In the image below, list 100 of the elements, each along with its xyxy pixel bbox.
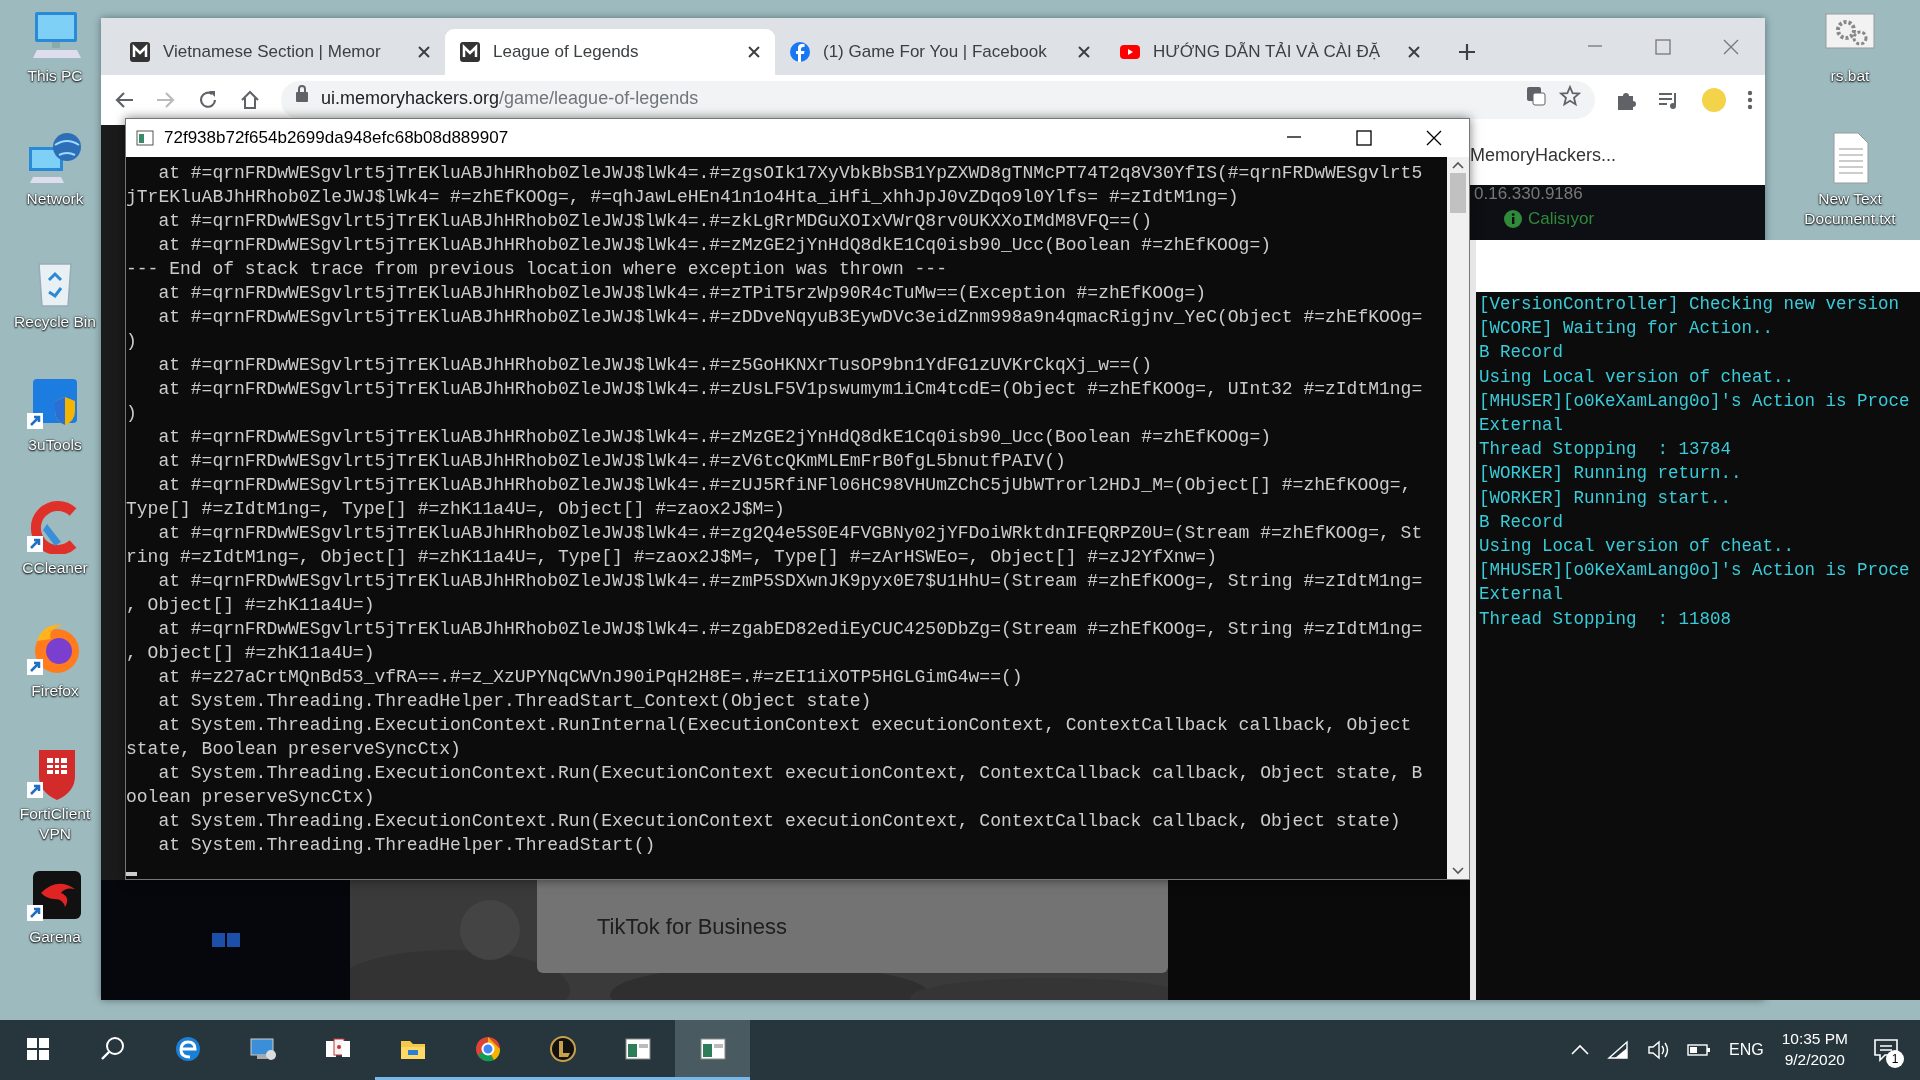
scroll-down-icon[interactable] — [1452, 867, 1464, 875]
console-line: [WORKER] Running start.. — [1479, 486, 1733, 510]
console-line: at System.Threading.ThreadHelper.ThreadStart() — [157, 834, 657, 857]
console-line: Thread Stopping : 13784 — [1479, 438, 1733, 462]
clock-time[interactable]: 10:35 PM — [1781, 1029, 1848, 1050]
notification-icon[interactable] — [1873, 1038, 1899, 1062]
console-line: at #=qrnFRDwWESgvlrt5jTrEKluABJhHRhob0ZleJWJ$lWk4=.#=zmP5SDXwnJK9pyx0E7$U1HhU=(Stream #=zhEfKOOg=, String #=zIdtM1ng= — [157, 570, 1424, 593]
status-text: Calisıyor — [1528, 208, 1595, 230]
windows-icon — [26, 1037, 49, 1060]
home-icon[interactable] — [239, 89, 261, 111]
console-line: B Record — [1479, 510, 1564, 534]
console-line: , Object[] #=zhK11a4U=) — [126, 642, 376, 665]
url-text[interactable]: ui.memoryhackers.org/game/league-of-legends — [321, 85, 699, 112]
taskbar-button[interactable] — [675, 1020, 750, 1080]
icon-label[interactable]: Garena — [29, 927, 81, 948]
wifi-icon[interactable] — [1606, 1040, 1629, 1060]
browser-tab[interactable]: Vietnamese Section | Memor — [115, 29, 445, 75]
clock-date[interactable]: 9/2/2020 — [1784, 1050, 1845, 1071]
language-icon — [211, 933, 240, 947]
console-line: --- End of stack trace from previous location where exception was thrown --- — [126, 258, 948, 281]
console-line: oolean preserveSyncCtx) — [126, 786, 376, 809]
console-line: Using Local version of cheat.. — [1479, 535, 1796, 559]
reload-icon[interactable] — [197, 89, 219, 111]
promo-card[interactable]: TikTok for Business — [537, 880, 1168, 973]
icon-label[interactable]: Recycle Bin — [14, 312, 96, 333]
console-line: Using Local version of cheat.. — [1479, 365, 1796, 389]
console-line: at System.Threading.ExecutionContext.Run(ExecutionContext executionContext, ContextCallback callback, Object state, B — [157, 762, 1424, 785]
lock-icon — [295, 85, 309, 103]
close-icon[interactable] — [1407, 45, 1421, 59]
console-line: at #=qrnFRDwWESgvlrt5jTrEKluABJhHRhob0ZleJWJ$lWk4=.#=zkLgRrMDGuXOIxVWrQ8rv0UKXXoIMdM8VFQ==() — [157, 210, 1154, 233]
icon-label[interactable]: CCleaner — [22, 558, 88, 579]
console-line: at #=qrnFRDwWESgvlrt5jTrEKluABJhHRhob0ZleJWJ$lWk4=.#=zTPiT5rzWp90R4cTuMw==(Exception #=zhEfKOOg=) — [157, 282, 1208, 305]
m-logo-icon — [129, 41, 151, 63]
console-line: , Object[] #=zhK11a4U=) — [126, 594, 376, 617]
icon-label[interactable]: This PC — [27, 66, 83, 87]
scrollbar[interactable] — [1447, 157, 1469, 879]
console-line: [MHUSER][o0KeXamLang0o]'s Action is Proce — [1479, 389, 1911, 413]
icon-label[interactable]: Firefox — [31, 681, 79, 702]
chevron-up-icon[interactable] — [1570, 1044, 1589, 1056]
maximize-icon[interactable] — [1355, 129, 1373, 147]
console-line: Thread Stopping : 11808 — [1479, 607, 1733, 631]
console-line: [WCORE] Waiting for Action.. — [1479, 317, 1775, 341]
console-line: at #=qrnFRDwWESgvlrt5jTrEKluABJhHRhob0ZleJWJ$lWk4=.#=zDDveNqyuB3EywDVc3eidZnm998a9n4qmacRigjnv_YeC(Object #=zhEfKOOg= — [157, 306, 1424, 329]
close-icon[interactable] — [747, 45, 761, 59]
console-line: at #=qrnFRDwWESgvlrt5jTrEKluABJhHRhob0ZleJWJ$lWk4=.#=z5GoHKNXrTusOP9bn1YdFG1zUVKrCkqXj_w==() — [157, 354, 1154, 377]
browser-tab[interactable]: HƯỚNG DẪN TẢI VÀ CÀI ĐẶ — [1105, 29, 1435, 75]
console-line: [MHUSER][o0KeXamLang0o]'s Action is Proce — [1479, 559, 1911, 583]
console-line: B Record — [1479, 341, 1564, 365]
translate-icon[interactable] — [1525, 85, 1547, 107]
icon-label[interactable]: FortiClient VPN — [5, 804, 105, 845]
emblem-icon — [548, 1034, 577, 1063]
icon-label[interactable]: rs.bat — [1830, 66, 1870, 87]
console-line: at #=qrnFRDwWESgvlrt5jTrEKluABJhHRhob0ZleJWJ$lWk4=.#=zUsLF5V1pswumym1iCm4tcdE=(Object #=zhEfKOOg=, UInt32 #=zIdtM1ng= — [157, 378, 1424, 401]
console-line: state, Boolean preserveSyncCtx) — [126, 738, 462, 761]
new-tab-icon[interactable] — [1457, 42, 1477, 62]
close-icon[interactable] — [1077, 45, 1091, 59]
browser-tab[interactable]: League of Legends — [445, 29, 775, 75]
m-logo-icon — [459, 41, 481, 63]
text-cursor — [126, 872, 137, 876]
scroll-up-icon[interactable] — [1452, 161, 1464, 169]
info-icon — [1504, 209, 1522, 228]
console-line: at #=qrnFRDwWESgvlrt5jTrEKluABJhHRhob0ZleJWJ$lWk4=.#=zgsOIk17XyVbkBbSB1YpZXWD8gTNMcPT74T2q8V30YfIS(#=qrnFRDwWESgvlrt5 — [157, 162, 1424, 185]
icon-label[interactable]: 3uTools — [28, 435, 82, 456]
console-line: External — [1479, 414, 1564, 437]
address-bar[interactable]: ui.memoryhackers.org/game/league-of-legends — [281, 81, 1595, 119]
console-line: at #=qrnFRDwWESgvlrt5jTrEKluABJhHRhob0ZleJWJ$lWk4=.#=zgabED82ediEyCUC4250DbZg=(Stream #=zhEfKOOg=, String #=zIdtM1ng= — [157, 618, 1424, 641]
console-line: ring #=zIdtM1ng=, Object[] #=zhK11a4U=, Type[] #=zaox2J$M=, Type[] #=zArHSWEo=, Object[] #=zJ2YfXnw=) — [126, 546, 1218, 569]
console-line: jTrEKluABJhHRhob0ZleJWJ$lWk4= #=zhEfKOOg=, #=qhJawLeHEn41n1o4Hta_iHfi_xhhJpJ0vZDqo9l0Ylfs= #=zIdtM1ng=) — [126, 186, 1240, 209]
console-line: [VersionController] Checking new version — [1479, 293, 1901, 316]
icon-label[interactable]: Network — [26, 189, 84, 210]
console-line: Type[] #=zIdtM1ng=, Type[] #=zhK11a4U=, Object[] #=zaox2J$M=) — [126, 498, 786, 521]
language-indicator[interactable]: ENG — [1728, 1038, 1764, 1062]
close-icon[interactable] — [1425, 129, 1443, 147]
notification-count: 1 — [1886, 1050, 1904, 1068]
console-line: at System.Threading.ExecutionContext.Run(ExecutionContext executionContext, ContextCallback callback, Object state) — [157, 810, 1402, 833]
console-line: External — [1479, 583, 1564, 607]
window-title: 72f938b72f654b2699da948efc68b08d889907 — [164, 127, 509, 150]
console-line: at #=qrnFRDwWESgvlrt5jTrEKluABJhHRhob0ZleJWJ$lWk4=.#=zV6tcQKmMLEmFrB0fgL5bnutfPAIV() — [157, 450, 1067, 473]
console-line: [WORKER] Running return.. — [1479, 462, 1743, 486]
icon-label[interactable]: New Text Document.txt — [1800, 189, 1900, 230]
console-line: at #=qrnFRDwWESgvlrt5jTrEKluABJhHRhob0ZleJWJ$lWk4=.#=zg2Q4e5S0E4FVGBNy02jYFDoiWRktdnIFEQRPZ0U=(Stream #=zhEfKOOg=, St — [157, 522, 1424, 545]
console-line: at #=z27aCrtMQnBd53_vfRA==.#=z_XzUPYNqCWVnJ90iPqH2H8E=.#=zEI1iXOTP5HGLGimG4w==() — [157, 666, 1024, 689]
console-line: at System.Threading.ThreadHelper.ThreadStart_Context(Object state) — [157, 690, 873, 713]
star-icon[interactable] — [1559, 85, 1581, 107]
console-icon — [136, 130, 154, 146]
console-line: at System.Threading.ExecutionContext.RunInternal(ExecutionContext executionContext, ContextCallback callback, Object — [157, 714, 1413, 737]
card-title: TikTok for Business — [597, 913, 787, 941]
close-icon[interactable] — [417, 45, 431, 59]
scroll-thumb[interactable] — [1450, 173, 1466, 213]
facebook-icon — [789, 41, 811, 63]
battery-icon[interactable] — [1686, 1043, 1711, 1057]
console-line: ) — [126, 330, 138, 353]
more-icon[interactable] — [1747, 89, 1753, 111]
console-line: at #=qrnFRDwWESgvlrt5jTrEKluABJhHRhob0ZleJWJ$lWk4=.#=zMzGE2jYnHdQ8dkE1Cq0isb90_Ucc(Boolean #=zhEfKOOg=) — [157, 426, 1272, 449]
browser-e-icon — [173, 1034, 202, 1063]
console-line: at #=qrnFRDwWESgvlrt5jTrEKluABJhHRhob0ZleJWJ$lWk4=.#=zUJ5RfiNFl06HC98VHUmZChC5jUbWTrorl2HDJ_M=(Object[] #=zhEfKOOg=, — [157, 474, 1413, 497]
volume-icon[interactable] — [1646, 1040, 1669, 1060]
version-text: 0.16.330.9186 — [1474, 185, 1584, 202]
console-line: at #=qrnFRDwWESgvlrt5jTrEKluABJhHRhob0ZleJWJ$lWk4=.#=zMzGE2jYnHdQ8dkE1Cq0isb90_Ucc(Boolean #=zhEfKOOg=) — [157, 234, 1272, 257]
browser-tab[interactable]: (1) Game For You | Facebook — [775, 29, 1105, 75]
